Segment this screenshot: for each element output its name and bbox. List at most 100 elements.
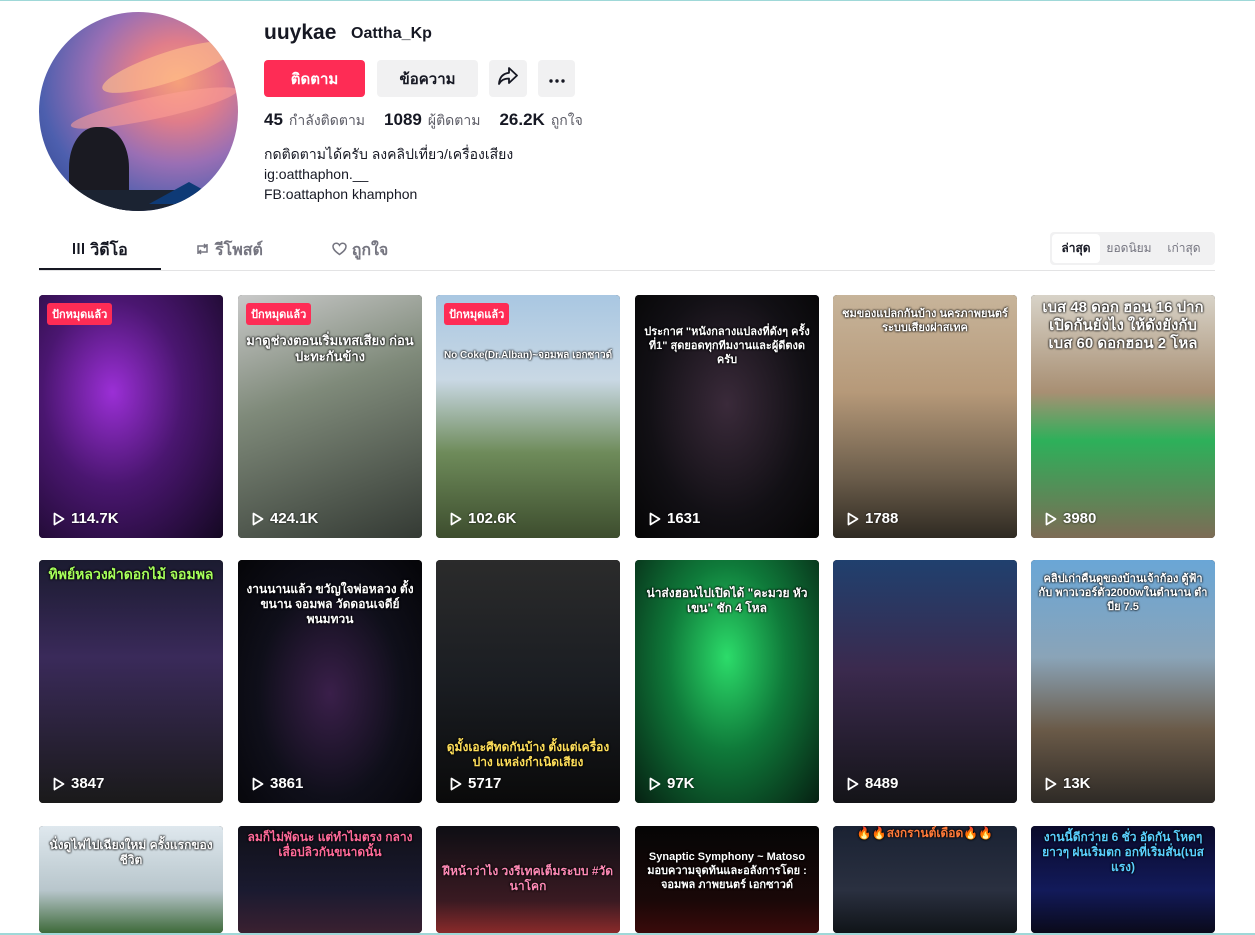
video-card[interactable]: งานนานแล้ว ขวัญใจพ่อหลวง ตั้งขนาน จอมพล … <box>238 560 422 803</box>
profile-stats: 45 กำลังติดตาม 1089 ผู้ติดตาม 26.2K ถูกใ… <box>264 110 602 132</box>
profile-tabs: วิดีโอ รีโพสต์ ถูกใจ <box>39 231 423 271</box>
video-card[interactable]: Synaptic Symphony ~ Matoso มอบความจุดท้น… <box>635 826 819 933</box>
video-thumbnail <box>833 560 1017 803</box>
video-card[interactable]: ลมก็ไม่พัดนะ แต่ทำไมตรง กลางเสื่อปลิวกัน… <box>238 826 422 933</box>
tab-label: วิดีโอ <box>90 241 128 259</box>
video-thumbnail <box>39 560 223 803</box>
tab-videos[interactable]: วิดีโอ <box>39 231 161 269</box>
view-count-text: 97K <box>667 775 695 792</box>
video-thumbnail <box>238 295 422 538</box>
tab-liked[interactable]: ถูกใจ <box>297 231 423 269</box>
view-count: 8489 <box>847 775 898 792</box>
bio-line: กดติดตามได้ครับ ลงคลิปเที่ยว/เครื่องเสีย… <box>264 146 514 162</box>
view-count: 5717 <box>450 775 501 792</box>
play-icon <box>53 512 65 525</box>
following-label: กำลังติดตาม <box>288 112 366 128</box>
followers-stat[interactable]: 1089 ผู้ติดตาม <box>384 110 480 132</box>
video-caption-overlay: ชมของแปลกกันบ้าง นครภาพยนตร์ ระบบเสียงฝา… <box>842 308 1008 334</box>
play-icon <box>1045 777 1057 790</box>
likes-label: ถูกใจ <box>550 112 583 128</box>
video-card[interactable]: ปักหมุดแล้ว 114.7K <box>39 295 223 538</box>
followers-label: ผู้ติดตาม <box>427 112 481 128</box>
play-icon <box>649 512 661 525</box>
bio-line: ig:oatthaphon.__ <box>264 166 369 182</box>
video-card[interactable]: งานนี้ดีกว่าย 6 ชั่ว อัดกัน โหดๆยาวๆ ฝนเ… <box>1031 826 1215 933</box>
video-card[interactable]: 🔥🔥สงกรานต์เดือด🔥🔥 <box>833 826 1017 933</box>
follow-button[interactable]: ติดตาม <box>264 60 365 97</box>
view-count-text: 8489 <box>865 775 899 792</box>
likes-stat: 26.2K ถูกใจ <box>499 110 582 132</box>
video-caption-overlay: ทิพย์หลวงฝ่าดอกไม้ จอมพล <box>48 566 214 582</box>
bio-line: FB:oattaphon khamphon <box>264 186 418 202</box>
view-count: 3980 <box>1045 510 1096 527</box>
grid-icon <box>72 242 85 258</box>
username: uuykae <box>264 21 337 44</box>
video-card[interactable]: นั่งดูไฟไปเฉียงใหม่ ครั้งแรกของชีวิต <box>39 826 223 933</box>
sort-toggle: ล่าสุด ยอดนิยม เก่าสุด <box>1050 232 1215 265</box>
video-caption-overlay: No Coke(Dr.Alban)~จอมพล เอกซาวด์ <box>443 350 613 361</box>
video-caption-overlay: งานนานแล้ว ขวัญใจพ่อหลวง ตั้งขนาน จอมพล … <box>246 582 414 626</box>
pinned-badge: ปักหมุดแล้ว <box>47 303 113 325</box>
video-card[interactable]: ประกาศ "หนังกลางแปลงที่ดังๆ ครั้งที่1" ส… <box>635 295 819 538</box>
video-card[interactable]: น่าส่งฮอนไปเปิดได้ "คะมวย หัวเขน" ชัก 4 … <box>635 560 819 803</box>
likes-count: 26.2K <box>499 110 545 129</box>
video-thumbnail <box>436 295 620 538</box>
sort-popular[interactable]: ยอดนิยม <box>1100 234 1158 263</box>
ellipsis-icon <box>548 70 565 88</box>
view-count: 97K <box>649 775 695 792</box>
play-icon <box>450 777 462 790</box>
bio: กดติดตามได้ครับ ลงคลิปเที่ยว/เครื่องเสีย… <box>264 144 513 204</box>
video-card[interactable]: คลิปเก่าคืนดูของบ้านเจ้าก้อง ตู้ฟ้ากับ พ… <box>1031 560 1215 803</box>
more-options-button[interactable] <box>538 60 575 97</box>
view-count: 13K <box>1045 775 1091 792</box>
video-caption-overlay: ลมก็ไม่พัดนะ แต่ทำไมตรง กลางเสื่อปลิวกัน… <box>247 830 413 859</box>
pinned-badge: ปักหมุดแล้ว <box>444 303 510 325</box>
video-caption-overlay: มาดูช่วงตอนเริ่มเทสเสียง ก่อนปะทะกันข้าง <box>246 333 414 364</box>
video-caption-overlay: ฝีหน้าว่าไง วงรีเทคเต็มระบบ #วัดนาโคก <box>442 864 614 893</box>
video-card[interactable]: ชมของแปลกกันบ้าง นครภาพยนตร์ ระบบเสียงฝา… <box>833 295 1017 538</box>
video-caption-overlay: คลิปเก่าคืนดูของบ้านเจ้าก้อง ตู้ฟ้ากับ พ… <box>1038 573 1208 613</box>
view-count-text: 114.7K <box>71 510 119 527</box>
message-button[interactable]: ข้อความ <box>377 60 478 97</box>
video-caption-overlay: เบส 48 ดอก ฮอน 16 ปาก เปิดกันยังไง ให้ดั… <box>1042 299 1204 352</box>
tab-label: รีโพสต์ <box>215 241 263 259</box>
video-card[interactable]: ปักหมุดแล้ว No Coke(Dr.Alban)~จอมพล เอกซา… <box>436 295 620 538</box>
video-card[interactable]: ดูมั้งเอะศีทดกันบ้าง ตั้งแต่เครื่องปาง แ… <box>436 560 620 803</box>
view-count: 3847 <box>53 775 104 792</box>
following-stat[interactable]: 45 กำลังติดตาม <box>264 110 365 132</box>
share-button[interactable] <box>489 60 527 97</box>
play-icon <box>252 512 264 525</box>
tab-reposts[interactable]: รีโพสต์ <box>161 231 297 269</box>
video-caption-overlay: งานนี้ดีกว่าย 6 ชั่ว อัดกัน โหดๆยาวๆ ฝนเ… <box>1042 830 1204 874</box>
video-card[interactable]: ฝีหน้าว่าไง วงรีเทคเต็มระบบ #วัดนาโคก <box>436 826 620 933</box>
play-icon <box>847 777 859 790</box>
tabs-divider <box>39 270 1215 271</box>
video-caption-overlay: ดูมั้งเอะศีทดกันบ้าง ตั้งแต่เครื่องปาง แ… <box>446 740 610 769</box>
heart-icon <box>331 241 347 259</box>
view-count-text: 3847 <box>71 775 105 792</box>
view-count-text: 1788 <box>865 510 899 527</box>
video-card[interactable]: ทิพย์หลวงฝ่าดอกไม้ จอมพล 3847 <box>39 560 223 803</box>
view-count-text: 13K <box>1063 775 1091 792</box>
video-card[interactable]: เบส 48 ดอก ฮอน 16 ปาก เปิดกันยังไง ให้ดั… <box>1031 295 1215 538</box>
avatar[interactable] <box>39 12 238 211</box>
sort-latest[interactable]: ล่าสุด <box>1052 234 1100 263</box>
view-count: 1788 <box>847 510 898 527</box>
sort-oldest[interactable]: เก่าสุด <box>1158 234 1210 263</box>
video-caption-overlay: นั่งดูไฟไปเฉียงใหม่ ครั้งแรกของชีวิต <box>49 838 213 867</box>
play-icon <box>450 512 462 525</box>
share-icon <box>498 67 518 90</box>
video-card[interactable]: ปักหมุดแล้วมาดูช่วงตอนเริ่มเทสเสียง ก่อน… <box>238 295 422 538</box>
view-count: 102.6K <box>450 510 516 527</box>
video-thumbnail <box>39 295 223 538</box>
view-count: 1631 <box>649 510 700 527</box>
view-count-text: 424.1K <box>270 510 319 527</box>
view-count: 3861 <box>252 775 303 792</box>
view-count-text: 102.6K <box>468 510 517 527</box>
play-icon <box>53 777 65 790</box>
view-count: 114.7K <box>53 510 119 527</box>
video-thumbnail <box>833 826 1017 933</box>
video-card[interactable]: 8489 <box>833 560 1017 803</box>
view-count-text: 1631 <box>667 510 701 527</box>
pinned-badge: ปักหมุดแล้ว <box>246 303 312 325</box>
